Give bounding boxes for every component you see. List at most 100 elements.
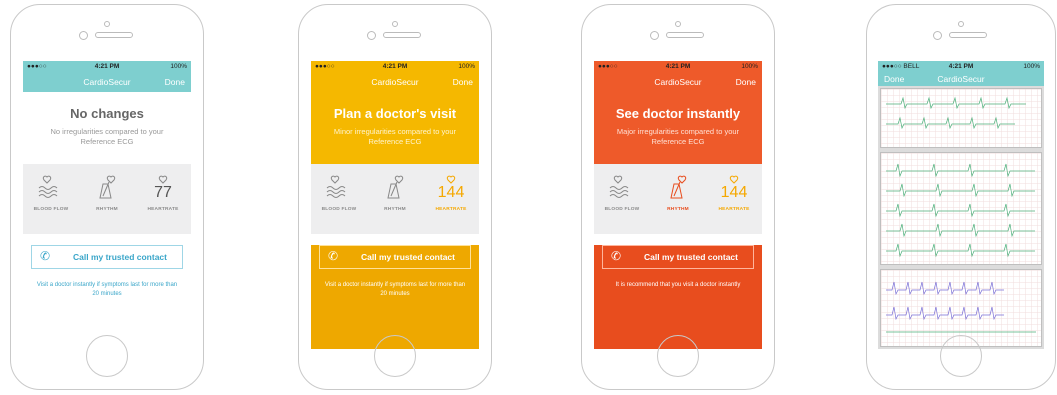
heartrate-value: 77 — [154, 184, 172, 201]
speaker-grille — [383, 32, 421, 38]
ecg-sheet-1[interactable] — [880, 88, 1042, 148]
advice-note: Visit a doctor instantly if symptoms las… — [36, 282, 178, 297]
metronome-icon — [99, 175, 116, 199]
heart-icon — [158, 175, 168, 184]
status-bar: ●●●○○ 4:21 PM 100% — [23, 61, 191, 72]
metric-label: BLOOD FLOW — [321, 207, 357, 212]
call-button-label: Call my trusted contact — [361, 252, 455, 262]
app-title: CardioSecur — [937, 74, 985, 84]
front-sensor — [933, 31, 942, 40]
metric-blood-flow: BLOOD FLOW — [594, 174, 650, 212]
nav-bar: CardioSecur Done — [594, 72, 762, 92]
heartrate-value: 144 — [437, 184, 465, 201]
metric-label: HEARTRATE — [435, 207, 467, 212]
home-button[interactable] — [374, 335, 416, 377]
blood-flow-icon — [609, 175, 629, 198]
metrics-panel: BLOOD FLOW RHYTHM 77 HEARTRATE — [23, 164, 191, 234]
metric-heartrate: 144 HEARTRATE — [423, 174, 479, 212]
home-button[interactable] — [657, 335, 699, 377]
ecg-trace-icon — [886, 96, 1026, 130]
advice-note: It is recommend that you visit a doctor … — [615, 282, 741, 288]
metronome-icon — [387, 175, 404, 199]
phone-icon: ✆ — [40, 249, 51, 263]
call-button-label: Call my trusted contact — [644, 252, 738, 262]
battery-indicator: 100% — [1023, 63, 1040, 70]
phone-frame-plan-visit: ●●●○○ 4:21 PM 100% CardioSecur Done Plan… — [298, 4, 492, 390]
done-button[interactable]: Done — [165, 77, 185, 87]
nav-bar: CardioSecur Done — [23, 72, 191, 92]
phone-icon: ✆ — [611, 249, 622, 263]
screen-plan-visit: ●●●○○ 4:21 PM 100% CardioSecur Done Plan… — [311, 61, 479, 349]
home-button[interactable] — [86, 335, 128, 377]
advice-note: Visit a doctor instantly if symptoms las… — [324, 282, 466, 297]
speaker-grille — [666, 32, 704, 38]
camera-icon — [104, 21, 110, 27]
metric-label: RHYTHM — [96, 207, 118, 212]
metric-blood-flow: BLOOD FLOW — [23, 174, 79, 212]
action-area: ✆ Call my trusted contact Visit a doctor… — [311, 245, 479, 349]
phone-frame-no-changes: ●●●○○ 4:21 PM 100% CardioSecur Done No c… — [10, 4, 204, 390]
phone-icon: ✆ — [328, 249, 339, 263]
result-subtitle: No irregularities compared to your Refer… — [50, 127, 164, 146]
screen-ecg-report: ●●●○○ BELL 4:21 PM 100% Done CardioSecur — [878, 61, 1044, 349]
metrics-panel: BLOOD FLOW RHYTHM 144 HEARTRATE — [311, 164, 479, 234]
status-time: 4:21 PM — [948, 63, 974, 70]
result-header: No changes No irregularities compared to… — [23, 92, 191, 164]
ecg-trace-icon — [886, 163, 1035, 258]
nav-bar: CardioSecur Done — [311, 72, 479, 92]
result-header: See doctor instantly Major irregularitie… — [594, 92, 762, 164]
action-area: ✆ Call my trusted contact It is recommen… — [594, 245, 762, 349]
metric-label: RHYTHM — [667, 207, 689, 212]
result-subtitle: Major irregularities compared to your Re… — [616, 127, 740, 146]
camera-icon — [958, 21, 964, 27]
status-bar: ●●●○○ 4:21 PM 100% — [311, 61, 479, 72]
result-header: Plan a doctor's visit Minor irregulariti… — [311, 92, 479, 164]
heart-icon — [729, 175, 739, 184]
done-button[interactable]: Done — [453, 77, 473, 87]
blood-flow-icon — [38, 175, 58, 198]
speaker-grille — [95, 32, 133, 38]
result-subtitle: Minor irregularities compared to your Re… — [333, 127, 457, 146]
metric-heartrate: 144 HEARTRATE — [706, 174, 762, 212]
metric-label: HEARTRATE — [147, 207, 179, 212]
status-time: 4:21 PM — [665, 63, 691, 70]
camera-icon — [392, 21, 398, 27]
call-trusted-contact-button[interactable]: ✆ Call my trusted contact — [31, 245, 183, 269]
metric-blood-flow: BLOOD FLOW — [311, 174, 367, 212]
front-sensor — [79, 31, 88, 40]
battery-indicator: 100% — [458, 63, 475, 70]
call-trusted-contact-button[interactable]: ✆ Call my trusted contact — [319, 245, 471, 269]
status-time: 4:21 PM — [382, 63, 408, 70]
blood-flow-icon — [326, 175, 346, 198]
metrics-panel: BLOOD FLOW RHYTHM 144 HEARTRATE — [594, 164, 762, 234]
metric-rhythm: RHYTHM — [367, 174, 423, 212]
metric-rhythm: RHYTHM — [650, 174, 706, 212]
heartrate-value: 144 — [720, 184, 748, 201]
battery-indicator: 100% — [170, 63, 187, 70]
speaker-grille — [949, 32, 987, 38]
metric-heartrate: 77 HEARTRATE — [135, 174, 191, 212]
status-bar: ●●●○○ 4:21 PM 100% — [594, 61, 762, 72]
front-sensor — [367, 31, 376, 40]
front-sensor — [650, 31, 659, 40]
result-title: No changes — [70, 106, 144, 121]
action-area: ✆ Call my trusted contact Visit a doctor… — [23, 245, 191, 349]
ecg-sheet-2[interactable] — [880, 152, 1042, 265]
result-title: Plan a doctor's visit — [333, 106, 457, 121]
nav-bar: Done CardioSecur — [878, 72, 1044, 86]
home-button[interactable] — [940, 335, 982, 377]
call-button-label: Call my trusted contact — [73, 252, 167, 262]
result-title: See doctor instantly — [615, 106, 741, 121]
metric-rhythm: RHYTHM — [79, 174, 135, 212]
metronome-icon — [670, 175, 687, 199]
screen-see-doctor: ●●●○○ 4:21 PM 100% CardioSecur Done See … — [594, 61, 762, 349]
heart-icon — [446, 175, 456, 184]
battery-indicator: 100% — [741, 63, 758, 70]
done-button[interactable]: Done — [736, 77, 756, 87]
camera-icon — [675, 21, 681, 27]
metric-label: HEARTRATE — [718, 207, 750, 212]
metric-label: BLOOD FLOW — [604, 207, 640, 212]
phone-frame-see-doctor: ●●●○○ 4:21 PM 100% CardioSecur Done See … — [581, 4, 775, 390]
call-trusted-contact-button[interactable]: ✆ Call my trusted contact — [602, 245, 754, 269]
metric-label: BLOOD FLOW — [33, 207, 69, 212]
